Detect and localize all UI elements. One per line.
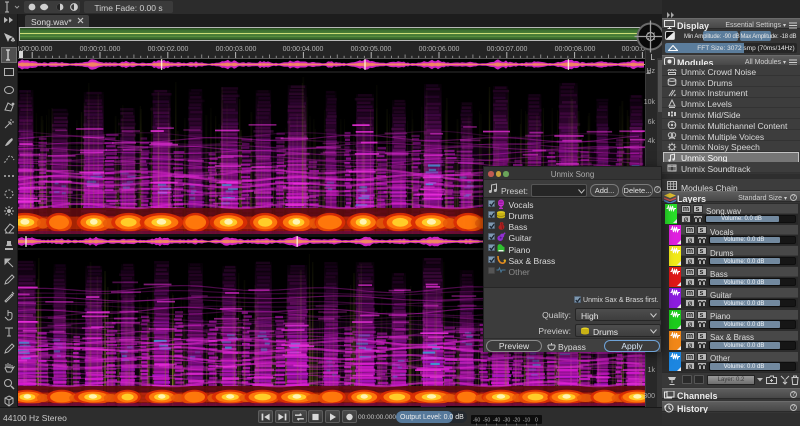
- svg-text:-50: -50: [482, 417, 490, 423]
- svg-text:-10: -10: [522, 417, 530, 423]
- svg-text:-20: -20: [512, 417, 520, 423]
- svg-text:-40: -40: [492, 417, 500, 423]
- svg-text:-30: -30: [502, 417, 510, 423]
- svg-text:-60: -60: [472, 417, 480, 423]
- svg-text:0: 0: [535, 417, 538, 423]
